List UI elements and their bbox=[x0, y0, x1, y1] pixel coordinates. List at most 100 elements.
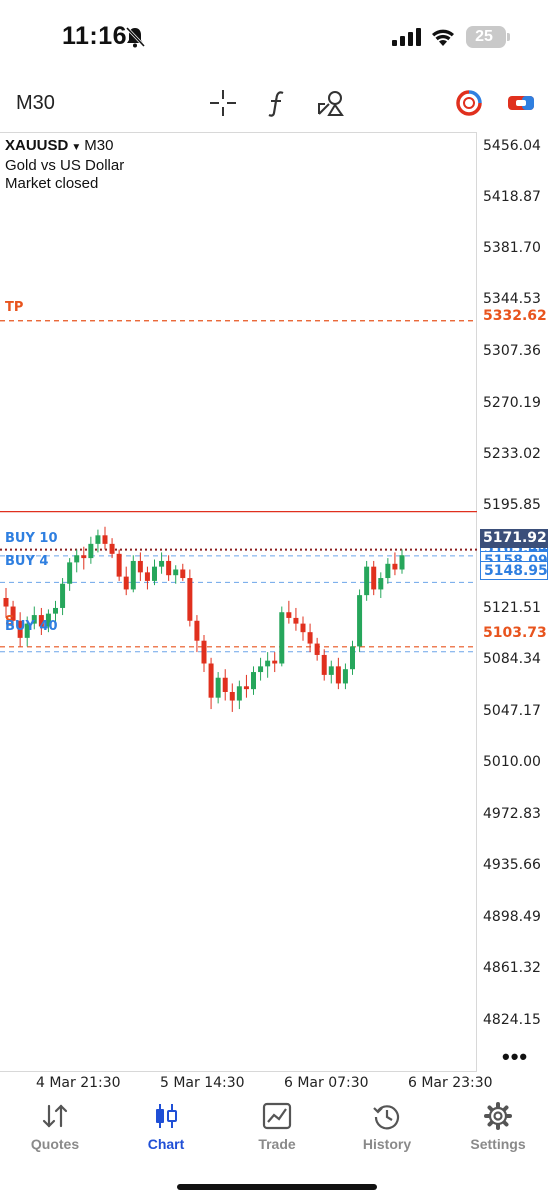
candle-body bbox=[399, 555, 405, 570]
nav-settings[interactable]: Settings bbox=[448, 1094, 548, 1164]
price-axis-label: 4824.15 bbox=[483, 1012, 541, 1028]
candle-body bbox=[251, 672, 256, 690]
buy-40-line-label[interactable]: BUY 40 bbox=[5, 619, 58, 634]
price-axis-label: 5121.51 bbox=[483, 600, 541, 616]
tp-price-tag: 5332.62 bbox=[483, 308, 547, 324]
candle-body bbox=[286, 612, 292, 618]
symbol-info: XAUUSD ▼ M30 Gold vs US Dollar Market clos… bbox=[5, 137, 124, 193]
candle-body bbox=[335, 666, 341, 684]
price-axis-label: 4935.66 bbox=[483, 857, 541, 873]
nav-history[interactable]: History bbox=[337, 1094, 437, 1164]
nav-label: Quotes bbox=[30, 1136, 80, 1152]
symbol-period: M30 bbox=[84, 137, 114, 154]
price-axis-label: 5084.34 bbox=[483, 651, 541, 667]
candle-body bbox=[243, 686, 249, 690]
current-price-tag: 5171.92 bbox=[480, 529, 548, 548]
candle-body bbox=[152, 566, 157, 581]
candle-body bbox=[173, 569, 179, 576]
candlestick-chart[interactable] bbox=[0, 132, 477, 1072]
candle-body bbox=[60, 583, 66, 608]
candle-body bbox=[123, 576, 129, 590]
tp-line-label[interactable]: TP bbox=[5, 300, 23, 315]
candle-body bbox=[229, 691, 235, 701]
candle-body bbox=[314, 643, 320, 655]
candle-body bbox=[166, 560, 172, 576]
candle-body bbox=[180, 569, 186, 579]
candle-body bbox=[385, 563, 391, 579]
toggle-icon[interactable] bbox=[506, 88, 536, 118]
time-axis-label: 6 Mar 07:30 bbox=[284, 1075, 369, 1091]
chart-icon bbox=[156, 1104, 177, 1128]
symbol-description: Gold vs US Dollar bbox=[5, 157, 125, 174]
candle-body bbox=[81, 555, 87, 559]
buy-10-line-label[interactable]: BUY 10 bbox=[5, 531, 58, 546]
candle-body bbox=[109, 543, 115, 554]
candle-body bbox=[307, 632, 313, 644]
candle-body bbox=[392, 563, 398, 570]
wifi-icon bbox=[432, 29, 454, 46]
candle-body bbox=[222, 677, 228, 692]
price-axis-label: 4898.49 bbox=[483, 909, 541, 925]
buy-4-line-label[interactable]: BUY 4 bbox=[5, 554, 48, 569]
nav-chart[interactable]: Chart bbox=[116, 1094, 216, 1164]
candle-body bbox=[3, 597, 9, 607]
crosshair-icon[interactable] bbox=[208, 88, 238, 118]
timeframe-selector[interactable]: M30 bbox=[16, 92, 55, 115]
buy-4-price-tag: 5148.95 bbox=[480, 561, 548, 580]
candle-body bbox=[272, 660, 278, 664]
status-bar: 11:16 25 bbox=[0, 0, 554, 70]
price-axis-label: 5418.87 bbox=[483, 189, 541, 205]
candle-body bbox=[208, 663, 214, 698]
candle-body bbox=[293, 617, 299, 624]
market-status: Market closed bbox=[5, 175, 99, 192]
objects-icon[interactable] bbox=[316, 88, 348, 118]
indicators-icon[interactable] bbox=[262, 88, 292, 118]
home-indicator bbox=[177, 1184, 377, 1190]
candle-body bbox=[102, 535, 108, 544]
candle-body bbox=[378, 578, 384, 590]
price-axis-label: 5270.19 bbox=[483, 395, 541, 411]
candle-body bbox=[328, 666, 334, 675]
status-time: 11:16 bbox=[62, 22, 128, 50]
time-axis-label: 5 Mar 14:30 bbox=[160, 1075, 245, 1091]
price-axis-label: 5344.53 bbox=[483, 291, 541, 307]
time-axis-label: 6 Mar 23:30 bbox=[408, 1075, 493, 1091]
candle-body bbox=[350, 646, 355, 670]
price-axis-label: 5010.00 bbox=[483, 754, 541, 770]
candle-body bbox=[53, 607, 58, 614]
chart-toolbar: M30 bbox=[0, 82, 554, 126]
trade-icon bbox=[262, 1102, 292, 1130]
dropdown-arrow-icon[interactable]: ▼ bbox=[71, 142, 81, 153]
candle-body bbox=[144, 572, 150, 581]
cellular-signal-icon bbox=[392, 28, 421, 46]
price-axis-label: 5381.70 bbox=[483, 240, 541, 256]
candle-body bbox=[265, 660, 271, 667]
price-axis-label: 5307.36 bbox=[483, 343, 541, 359]
battery-indicator: 25 bbox=[466, 26, 510, 48]
time-axis-label: 4 Mar 21:30 bbox=[36, 1075, 121, 1091]
candle-body bbox=[67, 562, 73, 584]
nav-trade[interactable]: Trade bbox=[227, 1094, 327, 1164]
candle-body bbox=[321, 654, 327, 675]
candle-body bbox=[201, 640, 207, 664]
candle-body bbox=[137, 560, 143, 573]
candle-body bbox=[159, 560, 165, 567]
nav-label: Trade bbox=[258, 1136, 296, 1152]
price-axis-label: 5047.17 bbox=[483, 703, 541, 719]
candle-body bbox=[279, 612, 285, 664]
candle-body bbox=[95, 535, 101, 544]
candle-body bbox=[236, 686, 242, 701]
nav-quotes[interactable]: Quotes bbox=[5, 1094, 105, 1164]
quotes-icon bbox=[42, 1104, 68, 1128]
settings-icon bbox=[484, 1102, 512, 1130]
candle-body bbox=[357, 595, 363, 647]
candle-body bbox=[116, 553, 122, 577]
more-options-icon[interactable]: ••• bbox=[502, 1044, 528, 1070]
trade-toggle-icon[interactable] bbox=[454, 88, 484, 118]
candle-body bbox=[194, 620, 200, 641]
bell-muted-icon bbox=[125, 26, 146, 48]
price-axis-label: 4972.83 bbox=[483, 806, 541, 822]
candle-body bbox=[74, 555, 80, 563]
candle-body bbox=[258, 666, 264, 673]
price-axis-label: 4861.32 bbox=[483, 960, 541, 976]
